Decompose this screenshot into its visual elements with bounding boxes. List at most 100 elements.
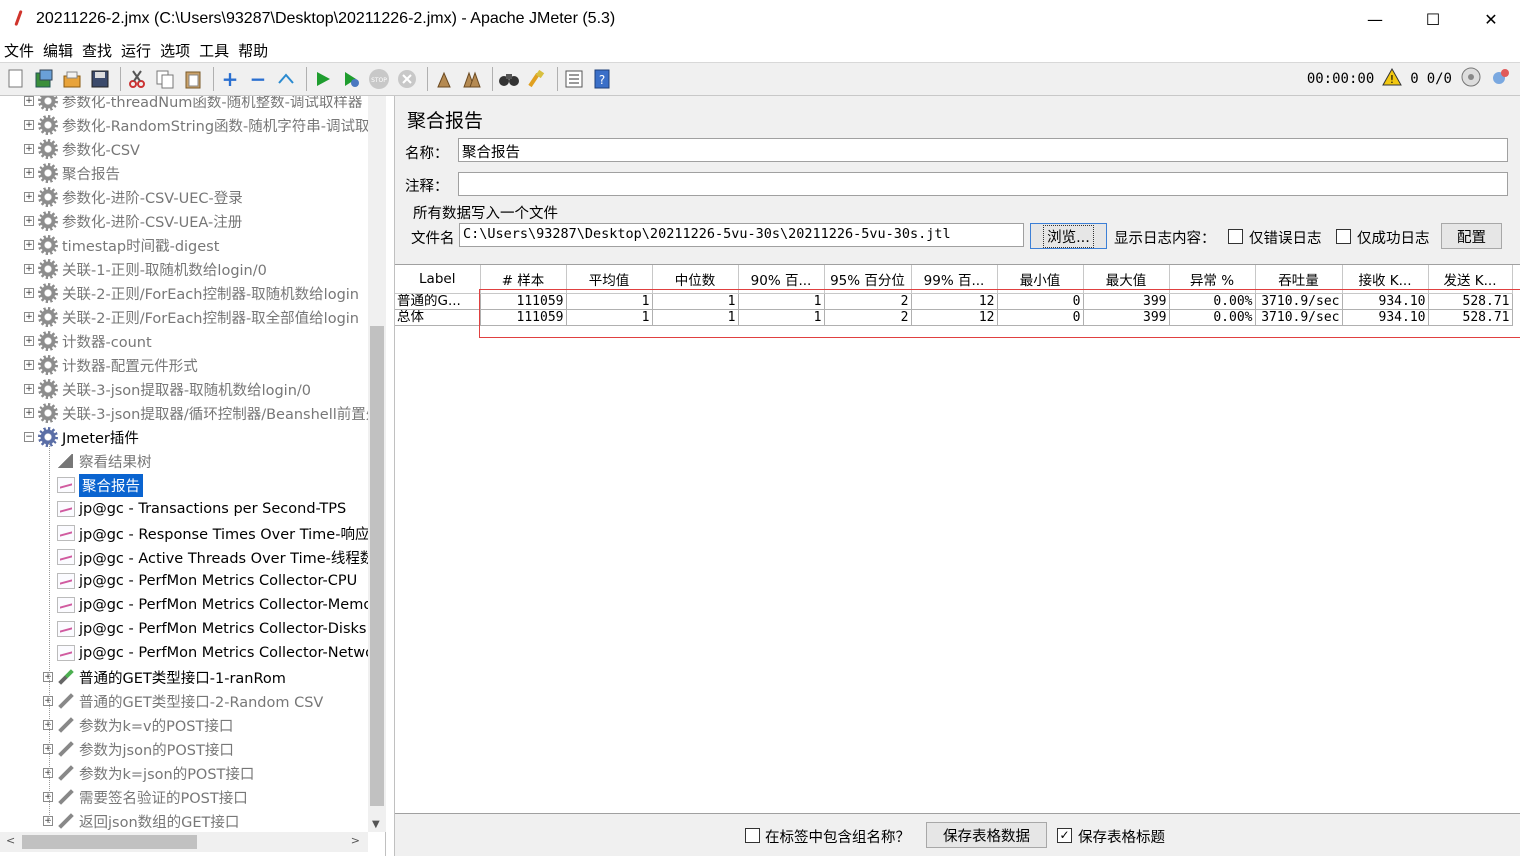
close-button[interactable]: ✕ <box>1462 0 1520 38</box>
tree-item[interactable]: + 普通的GET类型接口-2-Random CSV <box>43 689 323 713</box>
expand-icon[interactable]: + <box>43 792 53 802</box>
expand-icon[interactable]: + <box>24 144 34 154</box>
tree-item[interactable]: + 关联-2-正则/ForEach控制器-取全部值给login <box>24 305 359 329</box>
expand-icon[interactable]: + <box>43 720 53 730</box>
tree-item[interactable]: jp@gc - PerfMon Metrics Collector-CPU <box>43 569 357 593</box>
collapse-icon[interactable]: − <box>24 432 34 442</box>
tree-item[interactable]: + 参数化-进阶-CSV-UEC-登录 <box>24 185 243 209</box>
tree-item[interactable]: + 关联-3-json提取器/循环控制器/Beanshell前置处理器 <box>24 401 385 425</box>
tree-horizontal-scrollbar[interactable]: < > <box>0 832 368 852</box>
column-header[interactable]: 最大值 <box>1083 265 1170 294</box>
column-header[interactable]: 中位数 <box>652 265 739 294</box>
filename-field[interactable]: C:\Users\93287\Desktop\20211226-5vu-30s\… <box>459 223 1024 247</box>
expand-icon[interactable]: + <box>43 816 53 826</box>
scroll-right-icon[interactable]: > <box>351 834 360 847</box>
tree-item[interactable]: + 参数化-threadNum函数-随机整数-调试取样器 <box>24 96 362 113</box>
toggle-icon[interactable] <box>274 67 298 91</box>
expand-icon[interactable]: + <box>24 408 34 418</box>
name-field[interactable]: 聚合报告 <box>458 138 1508 162</box>
tree-item[interactable]: + 参数为k=json的POST接口 <box>43 761 254 785</box>
save-icon[interactable] <box>88 67 112 91</box>
expand-icon[interactable]: + <box>24 120 34 130</box>
save-table-button[interactable]: 保存表格数据 <box>926 822 1047 848</box>
tree-item[interactable]: + 参数为json的POST接口 <box>43 737 234 761</box>
expand-icon[interactable]: + <box>43 768 53 778</box>
expand-icon[interactable]: + <box>24 96 34 106</box>
tree-item[interactable]: jp@gc - PerfMon Metrics Collector-Memory <box>43 593 385 617</box>
expand-icon[interactable]: + <box>24 360 34 370</box>
tree-item[interactable]: jp@gc - Transactions per Second-TPS <box>43 497 346 521</box>
warning-icon[interactable]: ! <box>1382 67 1403 90</box>
tree-item[interactable]: + 关联-1-正则-取随机数给login/0 <box>24 257 267 281</box>
column-header[interactable]: 接收 K... <box>1342 265 1429 294</box>
configure-button[interactable]: 配置 <box>1441 223 1502 249</box>
cut-icon[interactable] <box>125 67 149 91</box>
tree-item[interactable]: jp@gc - Response Times Over Time-响应时间 <box>43 521 385 545</box>
paste-icon[interactable] <box>181 67 205 91</box>
help-icon[interactable]: ? <box>590 67 614 91</box>
tree-item[interactable]: + 普通的GET类型接口-1-ranRom <box>43 665 286 689</box>
expand-icon[interactable]: + <box>24 216 34 226</box>
tree-item[interactable]: jp@gc - PerfMon Metrics Collector-Networ… <box>43 641 385 665</box>
expand-icon[interactable]: + <box>24 240 34 250</box>
tree-item[interactable]: jp@gc - Active Threads Over Time-线程数 <box>43 545 374 569</box>
column-header[interactable]: 99% 百... <box>911 265 998 294</box>
tree-item[interactable]: + timestap时间戳-digest <box>24 233 219 257</box>
copy-icon[interactable] <box>153 67 177 91</box>
tree-item[interactable]: + 需要签名验证的POST接口 <box>43 785 248 809</box>
tree-item[interactable]: + 返回json数组的GET接口 <box>43 809 239 833</box>
tree-item[interactable]: + 关联-2-正则/ForEach控制器-取随机数给login <box>24 281 359 305</box>
tree-item[interactable]: + 聚合报告 <box>24 161 120 185</box>
expand-icon[interactable]: + <box>218 67 242 91</box>
tree-item[interactable]: + 参数化-CSV <box>24 137 140 161</box>
tree-item[interactable]: − Jmeter插件 <box>24 425 139 449</box>
stop-icon[interactable]: STOP <box>367 67 391 91</box>
tree-item[interactable]: + 计数器-count <box>24 329 152 353</box>
tree-item[interactable]: + 参数为k=v的POST接口 <box>43 713 233 737</box>
search-icon[interactable] <box>497 67 521 91</box>
expand-icon[interactable]: + <box>43 672 53 682</box>
column-header[interactable]: # 样本 <box>480 265 567 294</box>
tree-item[interactable]: jp@gc - PerfMon Metrics Collector-Disks … <box>43 617 385 641</box>
expand-icon[interactable]: + <box>43 744 53 754</box>
test-plan-tree[interactable]: + 参数化-threadNum函数-随机整数-调试取样器 + 参数化-RandomSt… <box>0 96 386 856</box>
column-header[interactable]: 最小值 <box>997 265 1084 294</box>
column-header[interactable]: 90% 百... <box>738 265 825 294</box>
reset-search-icon[interactable] <box>525 67 549 91</box>
tree-item[interactable]: + 参数化-RandomString函数-随机字符串-调试取样器 <box>24 113 385 137</box>
function-helper-icon[interactable] <box>562 67 586 91</box>
log-viewer-icon[interactable] <box>1490 67 1510 91</box>
tree-item[interactable]: 察看结果树 <box>43 449 152 473</box>
comment-field[interactable] <box>458 172 1508 196</box>
minimize-button[interactable]: — <box>1346 0 1404 38</box>
start-no-pause-icon[interactable] <box>339 67 363 91</box>
collapse-icon[interactable]: − <box>246 67 270 91</box>
start-icon[interactable] <box>311 67 335 91</box>
menu-run[interactable]: 运行 <box>121 40 151 61</box>
tree-item[interactable]: + 关联-3-json提取器-取随机数给login/0 <box>24 377 311 401</box>
tree-item[interactable]: + 计数器-配置元件形式 <box>24 353 198 377</box>
scrollbar-thumb[interactable] <box>370 326 384 806</box>
browse-button[interactable]: 浏览... <box>1030 223 1107 249</box>
expand-icon[interactable]: + <box>24 192 34 202</box>
column-header[interactable]: 异常 % <box>1169 265 1256 294</box>
expand-icon[interactable]: + <box>24 264 34 274</box>
new-icon[interactable] <box>4 67 28 91</box>
errors-only-checkbox[interactable] <box>1228 229 1243 244</box>
scrollbar-thumb[interactable] <box>22 835 197 849</box>
column-header[interactable]: 吞吐量 <box>1255 265 1343 294</box>
templates-icon[interactable] <box>32 67 56 91</box>
menu-file[interactable]: 文件 <box>4 40 34 61</box>
include-group-checkbox[interactable] <box>745 828 760 843</box>
scroll-down-icon[interactable]: ▼ <box>372 819 380 830</box>
shutdown-icon[interactable] <box>395 67 419 91</box>
menu-tools[interactable]: 工具 <box>199 40 229 61</box>
expand-icon[interactable]: + <box>43 696 53 706</box>
tree-vertical-scrollbar[interactable]: ▼ <box>368 96 386 832</box>
expand-icon[interactable]: + <box>24 312 34 322</box>
tree-item[interactable]: 聚合报告 <box>43 473 143 497</box>
menu-edit[interactable]: 编辑 <box>43 40 73 61</box>
table-row[interactable]: 普通的G... 111059 1 1 1 2 12 0 399 0.00% 3710.9/sec 93… <box>395 293 1513 310</box>
column-header[interactable]: 发送 K... <box>1428 265 1513 294</box>
menu-options[interactable]: 选项 <box>160 40 190 61</box>
